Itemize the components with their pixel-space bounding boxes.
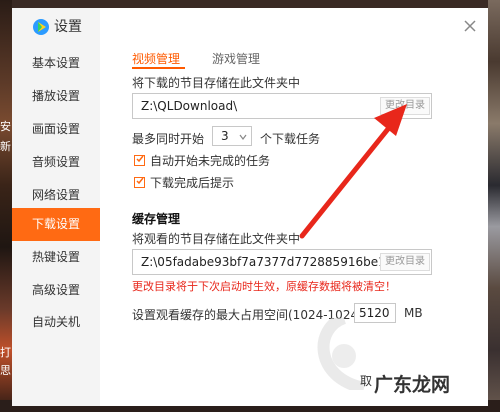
cache-section-title: 缓存管理: [132, 212, 181, 226]
chevron-down-icon: [239, 134, 247, 140]
cache-change-dir-button[interactable]: 更改目录: [380, 253, 430, 271]
download-change-dir-button[interactable]: 更改目录: [380, 97, 430, 115]
cache-desc: 将观看的节目存储在此文件夹中: [132, 232, 301, 246]
sidebar-item-audio[interactable]: 音频设置: [12, 146, 100, 179]
max-concurrent-value: 3: [221, 129, 229, 143]
sidebar-item-hotkey[interactable]: 热键设置: [12, 241, 100, 274]
app-logo-icon: [33, 19, 49, 35]
background-text: 新: [0, 140, 11, 153]
watermark-text: 取: [360, 374, 373, 388]
background-text: 思: [0, 364, 11, 377]
cache-warning: 更改目录将于下次启动时生效，原缓存数据将被清空！: [132, 280, 396, 293]
download-path: Z:\QLDownload\: [141, 99, 238, 113]
auto-start-checkbox[interactable]: [134, 155, 145, 166]
sidebar-item-auto-shutdown[interactable]: 自动关机: [12, 306, 100, 339]
sidebar-item-download[interactable]: 下载设置: [12, 208, 100, 241]
download-path-field[interactable]: Z:\QLDownload\ 更改目录: [132, 93, 432, 119]
notify-label: 下载完成后提示: [150, 176, 235, 190]
auto-start-label: 自动开始未完成的任务: [150, 154, 271, 168]
sidebar-item-video[interactable]: 画面设置: [12, 113, 100, 146]
tab-game-manage[interactable]: 游戏管理: [212, 50, 260, 67]
background-text: 打: [0, 346, 11, 359]
cache-path: Z:\05fadabe93bf7a7377d772885916be15\: [141, 255, 398, 269]
tab-underline: [132, 67, 185, 69]
max-concurrent-prefix: 最多同时开始: [132, 132, 205, 146]
watermark-text: 广东龙网: [374, 374, 451, 396]
check-icon: [136, 155, 144, 163]
max-concurrent-suffix: 个下载任务: [260, 132, 321, 146]
sidebar-item-playback[interactable]: 播放设置: [12, 80, 100, 113]
sidebar-item-basic[interactable]: 基本设置: [12, 47, 100, 80]
cache-path-field[interactable]: Z:\05fadabe93bf7a7377d772885916be15\ 更改目…: [132, 249, 432, 275]
download-desc: 将下载的节目存储在此文件夹中: [132, 76, 301, 90]
max-concurrent-select[interactable]: 3: [212, 126, 252, 146]
sidebar-item-advanced[interactable]: 高级设置: [12, 274, 100, 307]
background-right: [488, 0, 500, 412]
check-icon: [136, 177, 144, 185]
window-title: 设置: [54, 19, 82, 35]
tab-video-manage[interactable]: 视频管理: [132, 50, 180, 67]
notify-checkbox[interactable]: [134, 177, 145, 188]
sidebar: 设置 基本设置 播放设置 画面设置 音频设置 网络设置 下载设置 热键设置 高级…: [12, 8, 100, 406]
background-text: 安: [0, 120, 11, 133]
